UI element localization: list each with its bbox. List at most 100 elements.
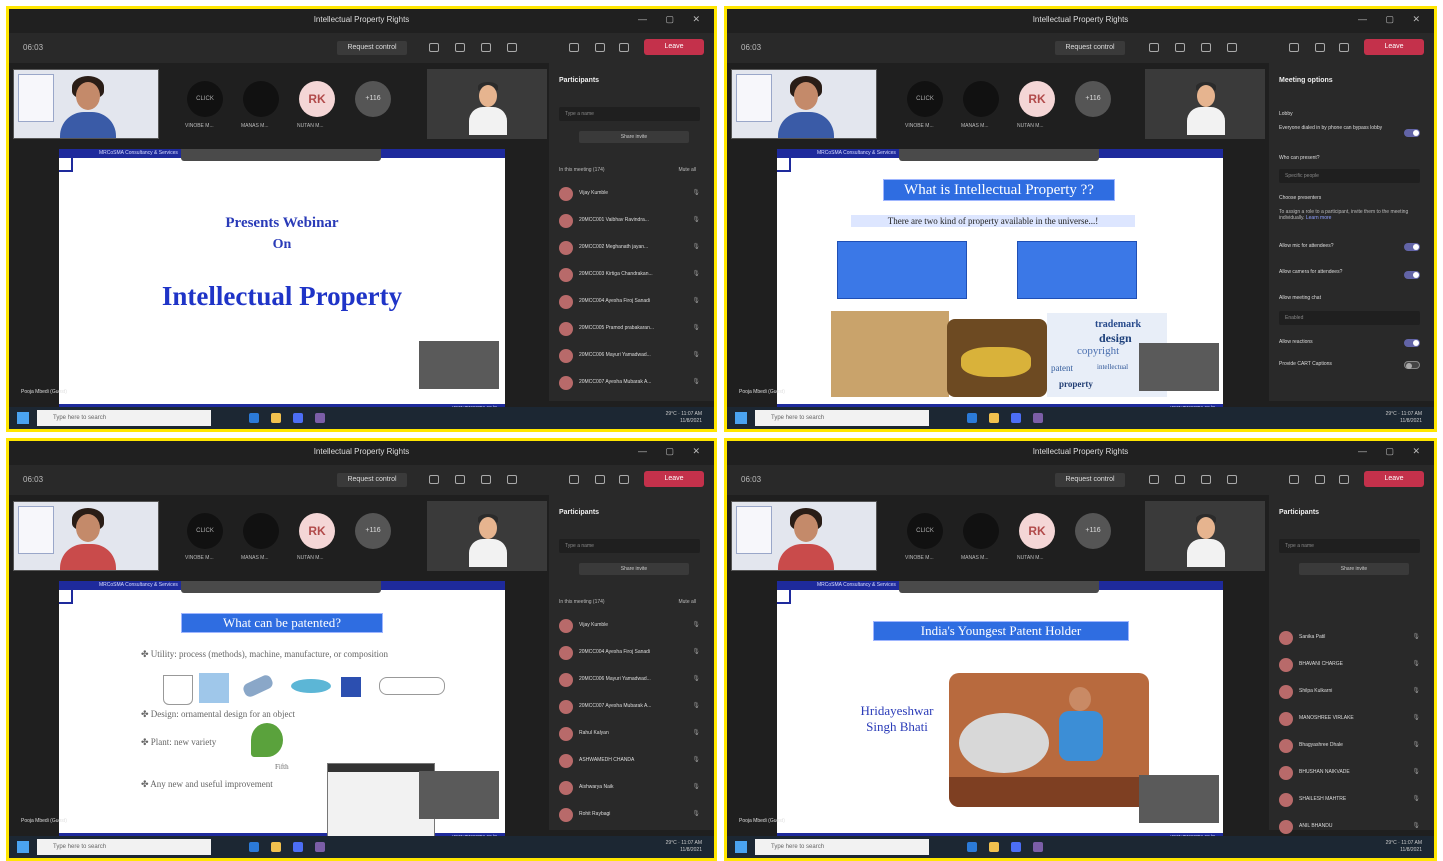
taskbar-search-input[interactable]: Type here to search: [755, 839, 929, 855]
list-item[interactable]: 20MCC006 Mayuri Yamadwad... 🎙: [559, 347, 700, 365]
participant-avatar[interactable]: CLICK: [187, 81, 223, 117]
in-meeting-label[interactable]: In this meeting (174): [559, 167, 605, 173]
list-item[interactable]: Rahul Kalyan 🎙: [559, 725, 700, 743]
chat-icon[interactable]: [455, 475, 465, 484]
chat-icon[interactable]: [1175, 43, 1185, 52]
people-icon[interactable]: [429, 475, 439, 484]
allow-mic-toggle[interactable]: [1404, 243, 1420, 251]
dialin-toggle[interactable]: [1404, 129, 1420, 137]
presenter-toolbar[interactable]: [181, 149, 381, 161]
list-item[interactable]: Shilpa Kulkarni 🎙: [1279, 683, 1420, 701]
camera-icon[interactable]: [569, 43, 579, 52]
folder-icon[interactable]: [271, 842, 281, 852]
presenter-toolbar[interactable]: [899, 581, 1099, 593]
leave-button[interactable]: Leave: [644, 471, 704, 487]
presenter-select[interactable]: Specific people: [1279, 169, 1420, 183]
windows-start-icon[interactable]: [17, 841, 29, 853]
window-controls[interactable]: — ▢ ✕: [1358, 446, 1428, 457]
participant-avatar[interactable]: CLICK: [907, 81, 943, 117]
avatar-rk[interactable]: RK: [299, 81, 335, 117]
edge-icon[interactable]: [967, 842, 977, 852]
request-control-button[interactable]: Request control: [337, 473, 407, 487]
participant-video-woman[interactable]: [731, 501, 877, 571]
taskbar-search-input[interactable]: Type here to search: [37, 839, 211, 855]
reactions-icon[interactable]: [1201, 43, 1211, 52]
participant-video-woman[interactable]: [731, 69, 877, 139]
store-icon[interactable]: [293, 413, 303, 423]
rooms-icon[interactable]: [1227, 43, 1237, 52]
folder-icon[interactable]: [989, 842, 999, 852]
participant-video-man[interactable]: [1145, 501, 1265, 571]
participant-avatar[interactable]: CLICK: [187, 513, 223, 549]
list-item[interactable]: ANIL BHANDU 🎙: [1279, 818, 1420, 836]
participant-search-input[interactable]: Type a name: [559, 107, 700, 121]
share-invite-button[interactable]: Share invite: [579, 131, 689, 143]
rooms-icon[interactable]: [1227, 475, 1237, 484]
reactions-icon[interactable]: [481, 43, 491, 52]
list-item[interactable]: BHUSHAN NAIKVADE 🎙: [1279, 764, 1420, 782]
teams-icon[interactable]: [1033, 413, 1043, 423]
list-item[interactable]: 20MCC001 Vaibhav Ravindra... 🎙: [559, 212, 700, 230]
allow-camera-toggle[interactable]: [1404, 271, 1420, 279]
participant-video-woman[interactable]: [13, 501, 159, 571]
camera-icon[interactable]: [1289, 43, 1299, 52]
participant-video-man[interactable]: [427, 69, 547, 139]
participant-search-input[interactable]: Type a name: [559, 539, 700, 553]
list-item[interactable]: Rohit Raybagi 🎙: [559, 806, 700, 824]
request-control-button[interactable]: Request control: [1055, 473, 1125, 487]
reactions-icon[interactable]: [481, 475, 491, 484]
rooms-icon[interactable]: [507, 475, 517, 484]
captions-toggle[interactable]: [1404, 361, 1420, 369]
leave-button[interactable]: Leave: [644, 39, 704, 55]
camera-icon[interactable]: [569, 475, 579, 484]
participant-video-man[interactable]: [1145, 69, 1265, 139]
participant-avatar[interactable]: [243, 81, 279, 117]
list-item[interactable]: 20MCC003 Kirtiga Chandrakan... 🎙: [559, 266, 700, 284]
list-item[interactable]: 20MCC007 Ayesha Mubarak A... 🎙: [559, 698, 700, 716]
more-participants[interactable]: +116: [355, 81, 391, 117]
list-item[interactable]: 20MCC004 Ayesha Firoj Sanadi 🎙: [559, 644, 700, 662]
learn-more-link[interactable]: Learn more: [1306, 215, 1332, 221]
share-icon[interactable]: [619, 43, 629, 52]
allow-reactions-toggle[interactable]: [1404, 339, 1420, 347]
share-invite-button[interactable]: Share invite: [1299, 563, 1409, 575]
store-icon[interactable]: [293, 842, 303, 852]
list-item[interactable]: SHAILESH MAHTRE 🎙: [1279, 791, 1420, 809]
mic-icon[interactable]: [1315, 475, 1325, 484]
rooms-icon[interactable]: [507, 43, 517, 52]
share-icon[interactable]: [1339, 43, 1349, 52]
window-controls[interactable]: — ▢ ✕: [638, 14, 708, 25]
participant-video-woman[interactable]: [13, 69, 159, 139]
participant-avatar[interactable]: CLICK: [907, 513, 943, 549]
edge-icon[interactable]: [967, 413, 977, 423]
camera-icon[interactable]: [1289, 475, 1299, 484]
leave-button[interactable]: Leave: [1364, 39, 1424, 55]
share-invite-button[interactable]: Share invite: [579, 563, 689, 575]
windows-start-icon[interactable]: [17, 412, 29, 424]
presenter-toolbar[interactable]: [899, 149, 1099, 161]
more-participants[interactable]: +116: [355, 513, 391, 549]
list-item[interactable]: Sanika Patil 🎙: [1279, 629, 1420, 647]
windows-start-icon[interactable]: [735, 412, 747, 424]
list-item[interactable]: 20MCC007 Ayesha Mubarak A... 🎙: [559, 374, 700, 392]
teams-icon[interactable]: [315, 842, 325, 852]
share-icon[interactable]: [619, 475, 629, 484]
list-item[interactable]: 20MCC005 Pramod prabakaran... 🎙: [559, 320, 700, 338]
window-controls[interactable]: — ▢ ✕: [1358, 14, 1428, 25]
edge-icon[interactable]: [249, 413, 259, 423]
list-item[interactable]: Bhagyashree Dhale 🎙: [1279, 737, 1420, 755]
window-controls[interactable]: — ▢ ✕: [638, 446, 708, 457]
list-item[interactable]: Aishwarya Naik 🎙: [559, 779, 700, 797]
participant-avatar[interactable]: [243, 513, 279, 549]
mute-all-button[interactable]: Mute all: [678, 167, 696, 173]
mute-all-button[interactable]: Mute all: [678, 599, 696, 605]
people-icon[interactable]: [1149, 475, 1159, 484]
more-participants[interactable]: +116: [1075, 513, 1111, 549]
people-icon[interactable]: [1149, 43, 1159, 52]
mic-icon[interactable]: [1315, 43, 1325, 52]
presenter-toolbar[interactable]: [181, 581, 381, 593]
store-icon[interactable]: [1011, 413, 1021, 423]
mic-icon[interactable]: [595, 475, 605, 484]
taskbar-search-input[interactable]: Type here to search: [755, 410, 929, 426]
list-item[interactable]: 20MCC006 Mayuri Yamadwad... 🎙: [559, 671, 700, 689]
